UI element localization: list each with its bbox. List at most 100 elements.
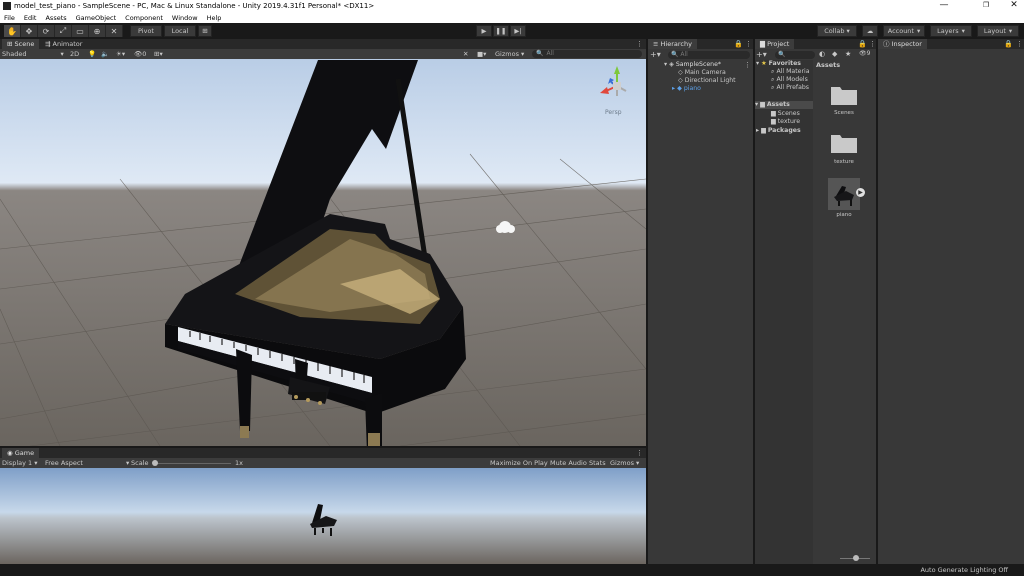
aspect-dropdown[interactable]: Free Aspect ▾ xyxy=(45,459,129,467)
menu-file[interactable]: File xyxy=(4,14,15,22)
menu-help[interactable]: Help xyxy=(207,14,222,22)
favorite-icon[interactable]: ★ xyxy=(845,50,851,58)
hierarchy-lock-icon[interactable]: 🔒 xyxy=(734,40,743,48)
tab-animator[interactable]: ⇶ Animator xyxy=(40,39,87,49)
layers-dropdown[interactable]: Layers ▾ xyxy=(930,25,972,37)
hierarchy-item-main-camera[interactable]: ◇ Main Camera xyxy=(678,69,726,77)
menu-component[interactable]: Component xyxy=(125,14,163,22)
rotate-tool-icon[interactable]: ⟳ xyxy=(38,25,55,37)
favorites-group[interactable]: ▾ ★ Favorites xyxy=(756,60,801,68)
pivot-toggle[interactable]: Pivot xyxy=(130,25,162,37)
hierarchy-menu-icon[interactable]: ⋮ xyxy=(745,40,752,48)
gizmos-dropdown[interactable]: Gizmos ▾ xyxy=(495,50,524,58)
2d-toggle[interactable]: 2D xyxy=(70,50,79,58)
tab-hierarchy-label: Hierarchy xyxy=(660,40,692,48)
hierarchy-search-input[interactable]: 🔍 All xyxy=(668,51,750,59)
account-dropdown[interactable]: Account ▾ xyxy=(883,25,925,37)
piano-preview xyxy=(310,504,337,536)
display-label: Display 1 xyxy=(2,459,33,467)
local-toggle[interactable]: Local xyxy=(164,25,196,37)
minimize-button[interactable]: — xyxy=(934,0,954,12)
tile-label-texture: texture xyxy=(834,159,854,165)
play-button[interactable]: ▶ xyxy=(476,25,492,37)
persp-label[interactable]: Persp xyxy=(605,109,622,116)
inspector-menu-icon[interactable]: ⋮ xyxy=(1016,40,1023,48)
project-lock-icon[interactable]: 🔒 xyxy=(858,40,867,48)
hand-tool-icon[interactable]: ✋ xyxy=(4,25,21,37)
piano-asset-tile[interactable] xyxy=(828,178,860,210)
expand-prefab-icon[interactable]: ▶ xyxy=(856,188,865,197)
aspect-label: Free Aspect xyxy=(45,459,83,467)
move-tool-icon[interactable]: ✥ xyxy=(21,25,38,37)
project-create-button[interactable]: +▾ xyxy=(756,50,767,59)
close-button[interactable]: ✕ xyxy=(1004,0,1024,12)
scale-slider[interactable] xyxy=(153,463,231,464)
maximize-on-play-toggle[interactable]: Maximize On Play xyxy=(490,459,548,467)
game-viewport[interactable] xyxy=(0,468,646,564)
assets-folder[interactable]: ▾ ▆ Assets xyxy=(755,101,813,109)
texture-folder[interactable]: ▆ texture xyxy=(771,118,800,126)
mute-audio-toggle[interactable]: Mute Audio xyxy=(550,459,587,467)
layout-dropdown[interactable]: Layout ▾ xyxy=(977,25,1019,37)
tab-inspector[interactable]: ⓘ Inspector xyxy=(878,39,927,49)
menu-edit[interactable]: Edit xyxy=(24,14,37,22)
scene-viewport[interactable]: Persp xyxy=(0,59,646,446)
pause-button[interactable]: ❚❚ xyxy=(493,25,509,37)
lighting-toggle-icon[interactable]: 💡 xyxy=(88,50,96,58)
display-dropdown[interactable]: Display 1 ▾ xyxy=(2,459,38,467)
project-search-input[interactable]: 🔍 xyxy=(775,51,815,59)
filter-label-icon[interactable]: ◆ xyxy=(832,50,837,58)
scale-slider-thumb[interactable] xyxy=(152,460,158,466)
menu-assets[interactable]: Assets xyxy=(45,14,66,22)
hierarchy-item-directional-light[interactable]: ◇ Directional Light xyxy=(678,77,736,85)
custom-tool-icon[interactable]: ✕ xyxy=(106,25,123,37)
rect-tool-icon[interactable]: ▭ xyxy=(72,25,89,37)
camera-icon[interactable]: ■▾ xyxy=(477,50,486,58)
hierarchy-scene-root[interactable]: ▾ ◈ SampleScene* xyxy=(664,61,721,69)
hidden-objects-toggle[interactable]: 👁0 xyxy=(134,50,146,58)
effects-toggle-icon[interactable]: ☀▾ xyxy=(116,50,125,58)
stats-toggle[interactable]: Stats xyxy=(589,459,606,467)
project-asset-grid: Assets Scenes texture ▶ piano xyxy=(815,60,876,564)
grid-toggle-icon[interactable]: ⊞▾ xyxy=(154,50,163,58)
tab-project[interactable]: ▇ Project xyxy=(755,39,795,49)
restore-button[interactable]: ❐ xyxy=(976,0,996,12)
scenes-folder[interactable]: ▆ Scenes xyxy=(771,110,800,118)
texture-folder-tile[interactable] xyxy=(830,132,858,154)
step-button[interactable]: ▶| xyxy=(510,25,526,37)
transform-tool-icon[interactable]: ⊕ xyxy=(89,25,106,37)
hierarchy-item-piano[interactable]: ▸ ◆ piano xyxy=(672,85,701,93)
scale-tool-icon[interactable]: ⤢ xyxy=(55,25,72,37)
packages-folder[interactable]: ▸ ▆ Packages xyxy=(756,127,801,135)
grid-snap-icon[interactable]: ⊞ xyxy=(198,25,212,37)
favorite-all-materials[interactable]: ⌕ All Materia xyxy=(771,68,810,76)
shading-mode-dropdown[interactable]: Shaded ▾ xyxy=(2,50,64,58)
project-menu-icon[interactable]: ⋮ xyxy=(869,40,876,48)
game-gizmos-dropdown[interactable]: Gizmos ▾ xyxy=(610,459,639,467)
favorite-all-prefabs[interactable]: ⌕ All Prefabs xyxy=(771,84,809,92)
scale-value: 1x xyxy=(235,459,243,467)
panel-menu-icon[interactable]: ⋮ xyxy=(636,40,643,48)
menu-bar: File Edit Assets GameObject Component Wi… xyxy=(0,12,1024,23)
menu-window[interactable]: Window xyxy=(172,14,198,22)
tools-icon[interactable]: ✕ xyxy=(463,50,468,58)
tab-game[interactable]: ◉ Game xyxy=(2,448,40,458)
scene-menu-icon[interactable]: ⋮ xyxy=(744,61,751,69)
scene-search-input[interactable]: 🔍 All xyxy=(532,50,642,58)
cloud-icon[interactable]: ☁ xyxy=(862,25,878,37)
tab-game-label: Game xyxy=(14,449,35,457)
menu-gameobject[interactable]: GameObject xyxy=(76,14,117,22)
hierarchy-create-button[interactable]: +▾ xyxy=(650,50,661,59)
audio-toggle-icon[interactable]: 🔈 xyxy=(101,50,109,58)
collab-dropdown[interactable]: Collab ▾ xyxy=(817,25,857,37)
tab-scene[interactable]: ⊞ Scene xyxy=(2,39,40,49)
game-panel-menu-icon[interactable]: ⋮ xyxy=(636,449,643,457)
scenes-folder-tile[interactable] xyxy=(830,84,858,106)
icon-size-slider-thumb[interactable] xyxy=(853,555,859,561)
favorite-all-models[interactable]: ⌕ All Models xyxy=(771,76,808,84)
tab-hierarchy[interactable]: ≡ Hierarchy xyxy=(648,39,697,49)
filter-type-icon[interactable]: ◐ xyxy=(819,50,825,58)
main-toolbar: ✋ ✥ ⟳ ⤢ ▭ ⊕ ✕ Pivot Local ⊞ ▶ ❚❚ ▶| Coll… xyxy=(0,23,1024,39)
hidden-packages-toggle[interactable]: 👁9 xyxy=(859,50,870,57)
inspector-lock-icon[interactable]: 🔒 xyxy=(1004,40,1013,48)
